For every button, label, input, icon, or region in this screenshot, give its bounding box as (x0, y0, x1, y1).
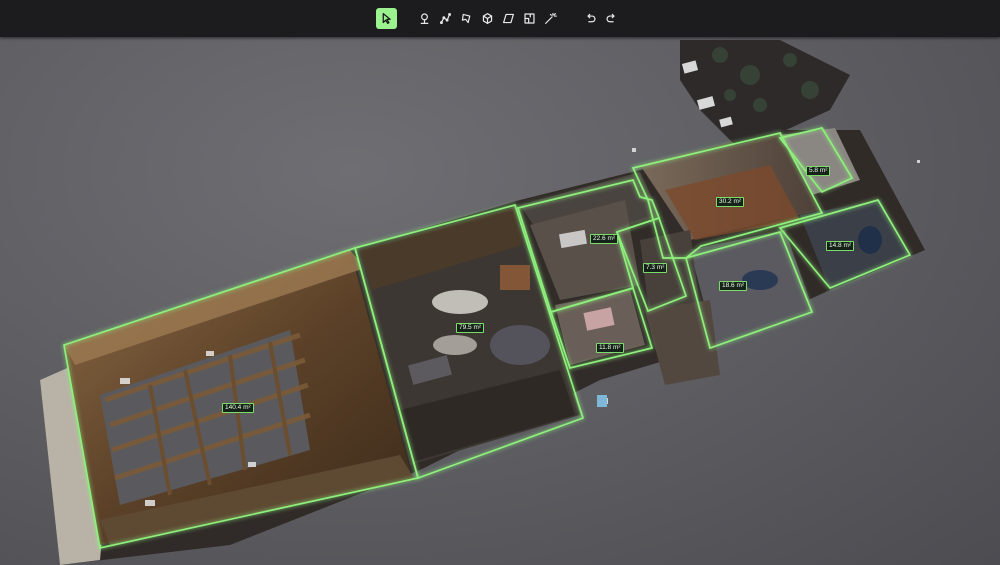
area-label-room8[interactable]: 18.6 m² (719, 281, 748, 291)
measure-tool-group (376, 8, 561, 29)
auto-detect-tool-button[interactable] (540, 8, 561, 29)
magic-wand-icon (545, 13, 557, 24)
area-label-living[interactable]: 79.5 m² (456, 323, 485, 333)
redo-icon (606, 13, 615, 23)
area-label-room9[interactable]: 14.8 m² (826, 241, 855, 251)
point-tool-button[interactable] (414, 8, 435, 29)
toolbar (0, 0, 1000, 37)
area-label-garage[interactable]: 140.4 m² (222, 403, 254, 413)
floorplan-icon (524, 13, 535, 24)
redo-button[interactable] (601, 8, 622, 29)
area-label-room3[interactable]: 22.6 m² (590, 234, 619, 244)
plane-icon (503, 13, 514, 24)
polygon-tool-button[interactable] (456, 8, 477, 29)
cursor-arrow-icon (382, 13, 391, 24)
area-label-room7[interactable]: 5.8 m² (806, 166, 831, 176)
area-label-room4[interactable]: 11.8 m² (596, 343, 624, 353)
undo-button[interactable] (580, 8, 601, 29)
area-label-hall[interactable]: 7.3 m² (643, 263, 668, 273)
building-scan (40, 40, 925, 565)
room-tool-button[interactable] (519, 8, 540, 29)
polygon-icon (461, 13, 471, 24)
point-cloud-scan (40, 40, 925, 565)
map-pin-icon (420, 13, 429, 24)
history-tool-group (580, 8, 622, 29)
cube-icon (482, 13, 493, 24)
select-tool-button[interactable] (376, 8, 397, 29)
box-tool-button[interactable] (477, 8, 498, 29)
polyline-tool-button[interactable] (435, 8, 456, 29)
polyline-icon (440, 13, 451, 24)
plane-tool-button[interactable] (498, 8, 519, 29)
area-label-room6[interactable]: 30.2 m² (716, 197, 745, 207)
3d-viewport[interactable]: 140.4 m² 79.5 m² 22.6 m² 11.8 m² 7.3 m² … (0, 37, 1000, 565)
undo-icon (587, 13, 596, 23)
